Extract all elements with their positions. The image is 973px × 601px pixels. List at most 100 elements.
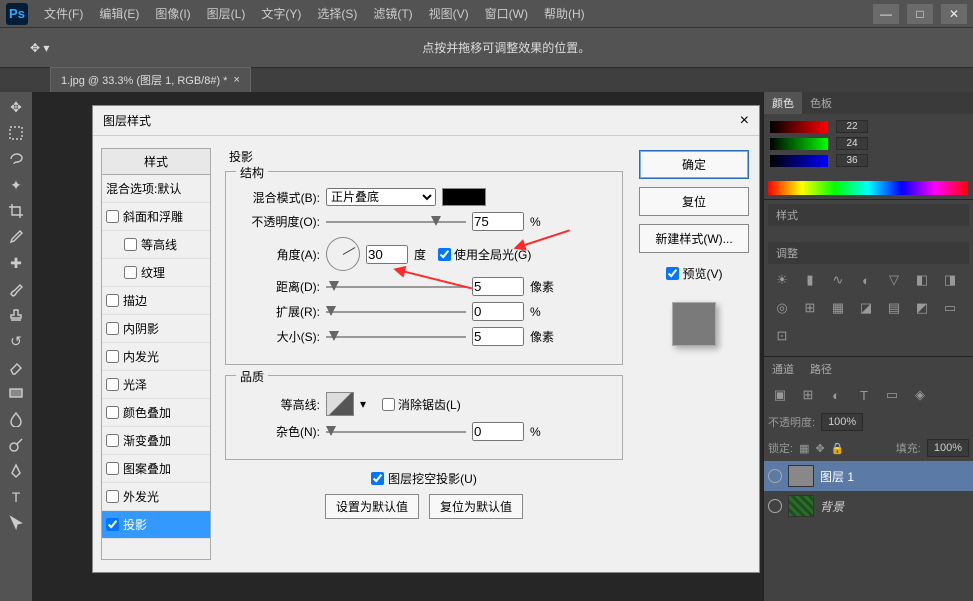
brush-tool[interactable] xyxy=(3,278,29,300)
tab-paths[interactable]: 路径 xyxy=(802,357,840,381)
photo-filter-icon[interactable]: ◎ xyxy=(772,298,792,318)
visibility-icon[interactable] xyxy=(768,499,782,513)
ok-button[interactable]: 确定 xyxy=(639,150,749,179)
outerglow-checkbox[interactable] xyxy=(106,490,119,503)
green-value[interactable] xyxy=(836,137,868,150)
blue-slider[interactable] xyxy=(770,155,828,167)
patoverlay-checkbox[interactable] xyxy=(106,462,119,475)
style-drop-shadow[interactable]: 投影 xyxy=(102,511,210,539)
close-window-button[interactable]: ✕ xyxy=(941,4,967,24)
antialias-checkbox[interactable] xyxy=(382,398,395,411)
coloroverlay-checkbox[interactable] xyxy=(106,406,119,419)
wand-tool[interactable]: ✦ xyxy=(3,174,29,196)
bevel-checkbox[interactable] xyxy=(106,210,119,223)
innershadow-checkbox[interactable] xyxy=(106,322,119,335)
menu-image[interactable]: 图像(I) xyxy=(147,0,198,28)
layer-row-1[interactable]: 图层 1 xyxy=(764,461,973,491)
maximize-button[interactable]: □ xyxy=(907,4,933,24)
size-slider[interactable] xyxy=(326,330,466,344)
antialias-label[interactable]: 消除锯齿(L) xyxy=(382,396,461,413)
knockout-label[interactable]: 图层挖空投影(U) xyxy=(371,470,477,487)
filter-image-icon[interactable]: ⊞ xyxy=(798,385,818,405)
style-color-overlay[interactable]: 颜色叠加 xyxy=(102,399,210,427)
style-satin[interactable]: 光泽 xyxy=(102,371,210,399)
reset-default-button[interactable]: 复位为默认值 xyxy=(429,494,523,519)
lock-all-icon[interactable]: 🔒 xyxy=(831,442,845,455)
blue-value[interactable] xyxy=(836,154,868,167)
style-gradient-overlay[interactable]: 渐变叠加 xyxy=(102,427,210,455)
contour-dropdown-icon[interactable]: ▾ xyxy=(360,397,366,411)
blend-mode-select[interactable]: 正片叠底 xyxy=(326,188,436,206)
lookup-icon[interactable]: ▦ xyxy=(828,298,848,318)
marquee-tool[interactable] xyxy=(3,122,29,144)
stroke-checkbox[interactable] xyxy=(106,294,119,307)
close-tab-icon[interactable]: × xyxy=(233,74,239,86)
opacity-input[interactable] xyxy=(472,212,524,231)
new-style-button[interactable]: 新建样式(W)... xyxy=(639,224,749,253)
dialog-titlebar[interactable]: 图层样式 × xyxy=(93,106,759,136)
opacity-value[interactable]: 100% xyxy=(821,413,863,431)
blur-tool[interactable] xyxy=(3,408,29,430)
tab-swatches[interactable]: 色板 xyxy=(802,92,840,114)
brightness-icon[interactable]: ☀ xyxy=(772,270,792,290)
style-blending-options[interactable]: 混合选项:默认 xyxy=(102,175,210,203)
lock-position-icon[interactable]: ✥ xyxy=(815,442,824,455)
filter-type-icon[interactable]: T xyxy=(854,385,874,405)
menu-view[interactable]: 视图(V) xyxy=(421,0,477,28)
menu-filter[interactable]: 滤镜(T) xyxy=(365,0,420,28)
green-slider[interactable] xyxy=(770,138,828,150)
menu-window[interactable]: 窗口(W) xyxy=(477,0,536,28)
pen-tool[interactable] xyxy=(3,460,29,482)
red-value[interactable] xyxy=(836,120,868,133)
layer-row-bg[interactable]: 背景 xyxy=(764,491,973,521)
style-stroke[interactable]: 描边 xyxy=(102,287,210,315)
minimize-button[interactable]: — xyxy=(873,4,899,24)
eraser-tool[interactable] xyxy=(3,356,29,378)
history-brush-tool[interactable]: ↺ xyxy=(3,330,29,352)
style-list-header[interactable]: 样式 xyxy=(102,149,210,175)
spread-input[interactable] xyxy=(472,302,524,321)
make-default-button[interactable]: 设置为默认值 xyxy=(325,494,419,519)
cancel-button[interactable]: 复位 xyxy=(639,187,749,216)
size-input[interactable] xyxy=(472,327,524,346)
heal-tool[interactable]: ✚ xyxy=(3,252,29,274)
vibrance-icon[interactable]: ▽ xyxy=(884,270,904,290)
filter-adjust-icon[interactable]: ◐ xyxy=(826,385,846,405)
red-slider[interactable] xyxy=(770,121,828,133)
hue-icon[interactable]: ◧ xyxy=(912,270,932,290)
dropshadow-checkbox[interactable] xyxy=(106,518,119,531)
menu-type[interactable]: 文字(Y) xyxy=(253,0,309,28)
visibility-icon[interactable] xyxy=(768,469,782,483)
type-tool[interactable]: T xyxy=(3,486,29,508)
exposure-icon[interactable]: ◐ xyxy=(856,270,876,290)
lock-pixels-icon[interactable]: ▦ xyxy=(799,442,809,455)
invert-icon[interactable]: ◪ xyxy=(856,298,876,318)
spread-slider[interactable] xyxy=(326,305,466,319)
style-texture[interactable]: 纹理 xyxy=(102,259,210,287)
style-bevel[interactable]: 斜面和浮雕 xyxy=(102,203,210,231)
document-tab[interactable]: 1.jpg @ 33.3% (图层 1, RGB/8#) * × xyxy=(50,67,251,92)
menu-file[interactable]: 文件(F) xyxy=(36,0,91,28)
gradient-tool[interactable] xyxy=(3,382,29,404)
eyedropper-tool[interactable] xyxy=(3,226,29,248)
opacity-slider[interactable] xyxy=(326,215,466,229)
innerglow-checkbox[interactable] xyxy=(106,350,119,363)
lasso-tool[interactable] xyxy=(3,148,29,170)
threshold-icon[interactable]: ◩ xyxy=(912,298,932,318)
gradmap-icon[interactable]: ▭ xyxy=(940,298,960,318)
stamp-tool[interactable] xyxy=(3,304,29,326)
filter-shape-icon[interactable]: ▭ xyxy=(882,385,902,405)
dialog-close-icon[interactable]: × xyxy=(740,112,749,130)
filter-smart-icon[interactable]: ◈ xyxy=(910,385,930,405)
levels-icon[interactable]: ▮ xyxy=(800,270,820,290)
preview-checkbox[interactable] xyxy=(666,267,679,280)
texture-checkbox[interactable] xyxy=(124,266,137,279)
tab-adjustments[interactable]: 调整 xyxy=(768,242,806,264)
filter-pick-icon[interactable]: ▣ xyxy=(770,385,790,405)
tab-color[interactable]: 颜色 xyxy=(764,92,802,114)
style-inner-shadow[interactable]: 内阴影 xyxy=(102,315,210,343)
contour-picker[interactable] xyxy=(326,392,354,416)
gradoverlay-checkbox[interactable] xyxy=(106,434,119,447)
style-outer-glow[interactable]: 外发光 xyxy=(102,483,210,511)
angle-input[interactable] xyxy=(366,245,408,264)
